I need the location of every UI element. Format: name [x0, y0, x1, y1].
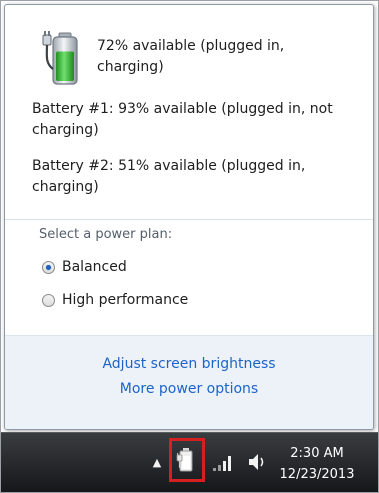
adjust-screen-brightness-link[interactable]: Adjust screen brightness	[5, 356, 373, 372]
battery-plugged-charging-icon	[42, 31, 78, 85]
power-plan-option-balanced[interactable]: Balanced	[42, 257, 127, 277]
battery1-status-line2: charging)	[32, 122, 99, 138]
screenshot-frame: 72% available (plugged in, charging) Bat…	[0, 0, 379, 493]
taskbar-clock[interactable]: 2:30 AM 12/23/2013	[267, 443, 367, 485]
overall-battery-status-line1: 72% available (plugged in,	[97, 38, 285, 54]
overall-battery-status-line2: charging)	[97, 59, 164, 75]
battery-status-section: 72% available (plugged in, charging) Bat…	[5, 5, 373, 215]
balanced-label: Balanced	[62, 259, 127, 275]
more-power-options-link[interactable]: More power options	[5, 381, 373, 397]
flyout-links-section: Adjust screen brightness More power opti…	[5, 335, 373, 429]
section-divider	[5, 219, 373, 220]
taskbar: ▲ 2:30 AM 12/23/2013	[0, 432, 379, 493]
overall-battery-status: 72% available (plugged in, charging)	[97, 36, 284, 78]
battery1-status: Battery #1: 93% available (plugged in, n…	[32, 99, 333, 141]
battery-flyout: 72% available (plugged in, charging) Bat…	[4, 4, 374, 430]
battery1-status-line1: Battery #1: 93% available (plugged in, n…	[32, 101, 333, 117]
battery2-status: Battery #2: 51% available (plugged in, c…	[32, 156, 305, 198]
high-performance-label: High performance	[62, 292, 189, 308]
balanced-radio-button[interactable]	[42, 260, 55, 274]
clock-date: 12/23/2013	[279, 467, 355, 482]
power-plan-option-high-performance[interactable]: High performance	[42, 290, 188, 310]
high-performance-radio-button[interactable]	[42, 293, 55, 307]
battery2-status-line1: Battery #2: 51% available (plugged in,	[32, 158, 306, 174]
clock-time: 2:30 AM	[290, 446, 344, 461]
power-icon[interactable]	[175, 447, 199, 473]
battery2-status-line2: charging)	[32, 179, 99, 195]
network-signal-icon[interactable]	[212, 453, 234, 471]
power-plan-heading: Select a power plan:	[39, 227, 173, 242]
volume-icon[interactable]	[247, 452, 267, 472]
show-hidden-icons-button[interactable]: ▲	[148, 454, 166, 472]
